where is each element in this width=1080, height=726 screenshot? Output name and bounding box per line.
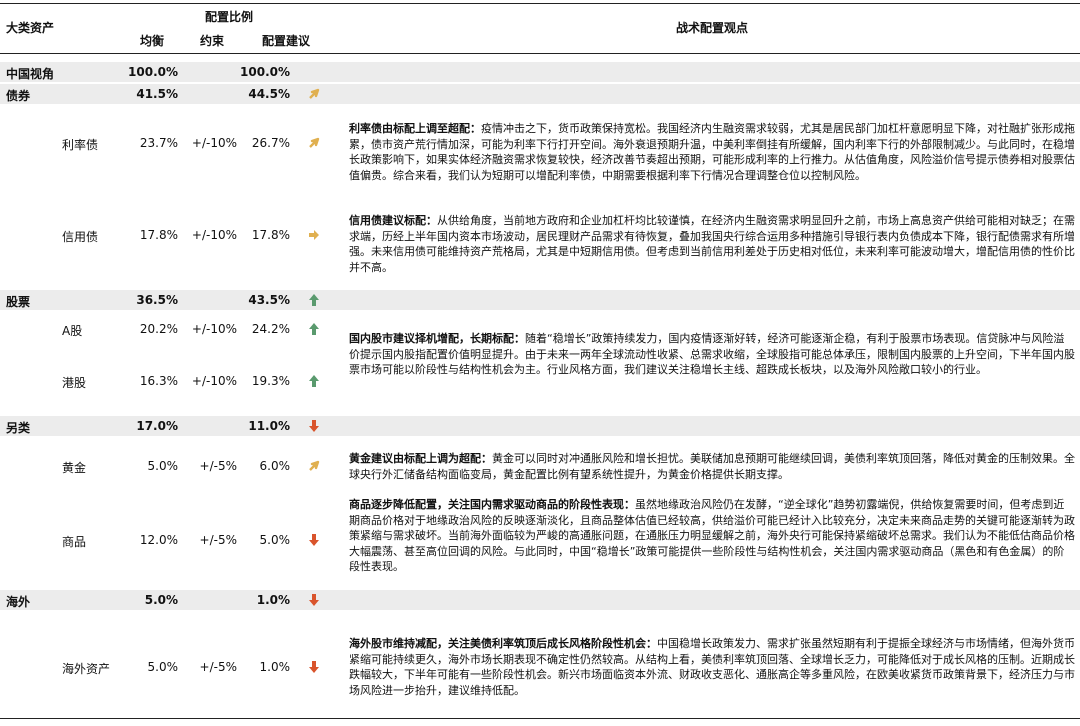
header-rule [0, 53, 1080, 54]
view-overseas-title: 海外股市维持减配，关注美债利率筑顶后成长风格阶段性机会： [349, 637, 657, 650]
alt-suggestion: 11.0% [248, 419, 290, 433]
up-right-arrow-icon [309, 88, 320, 99]
row-label-a-share: A股 [62, 324, 83, 338]
overseas-suggestion: 1.0% [256, 593, 290, 607]
overseas-asset-balanced: 5.0% [147, 660, 179, 674]
commodity-constraint: +/-5% [199, 533, 237, 547]
credit-bond-suggestion: 17.8% [251, 228, 290, 242]
bond-suggestion: 44.5% [248, 87, 290, 101]
bottom-rule [0, 718, 1080, 719]
gold-suggestion: 6.0% [259, 459, 291, 473]
credit-bond-balanced: 17.8% [139, 228, 178, 242]
a-share-balanced: 20.2% [139, 322, 178, 336]
equity-balanced: 36.5% [136, 293, 178, 307]
rate-bond-constraint: +/-10% [191, 136, 237, 150]
view-commodity-title: 商品逐步降低配置，关注国内需求驱动商品的阶段性表现： [349, 498, 635, 511]
bond-balanced: 41.5% [136, 87, 178, 101]
row-label-hk-share: 港股 [62, 376, 87, 390]
view-credit-bond: 信用债建议标配：从供给角度，当前地方政府和企业加杠杆均比较谨慎，在经济内生融资需… [349, 213, 1075, 275]
col-header-suggestion: 配置建议 [262, 34, 311, 48]
view-rate-bond: 利率债由标配上调至超配：疫情冲击之下，货币政策保持宽松。我国经济内生融资需求较弱… [349, 121, 1075, 183]
view-gold-title: 黄金建议由标配上调为超配： [349, 452, 492, 465]
col-header-constraint: 约束 [200, 34, 225, 48]
overseas-asset-suggestion: 1.0% [259, 660, 291, 674]
hk-share-balanced: 16.3% [139, 374, 178, 388]
view-equity: 国内股市建议择机增配，长期标配：随着“稳增长”政策持续发力，国内疫情逐渐好转，经… [349, 331, 1075, 378]
rate-bond-balanced: 23.7% [139, 136, 178, 150]
up-arrow-icon [309, 323, 319, 335]
hk-share-suggestion: 19.3% [251, 374, 290, 388]
row-label-china: 中国视角 [6, 67, 55, 81]
commodity-suggestion: 5.0% [259, 533, 291, 547]
gold-constraint: +/-5% [199, 459, 237, 473]
a-share-suggestion: 24.2% [251, 322, 290, 336]
a-share-constraint: +/-10% [191, 322, 237, 336]
col-header-balanced: 均衡 [140, 34, 165, 48]
up-right-arrow-icon [309, 137, 320, 148]
row-label-bond: 债券 [6, 89, 31, 103]
view-credit-bond-body: 从供给角度，当前地方政府和企业加杠杆均比较谨慎，在经济内生融资需求明显回升之前，… [349, 214, 1075, 274]
down-arrow-icon [309, 661, 319, 673]
right-arrow-icon [309, 230, 319, 240]
overseas-asset-constraint: +/-5% [199, 660, 237, 674]
top-rule [0, 3, 1080, 4]
down-arrow-icon [309, 420, 319, 432]
view-credit-bond-title: 信用债建议标配： [349, 214, 437, 227]
alt-balanced: 17.0% [136, 419, 178, 433]
down-arrow-icon [309, 594, 319, 606]
row-label-rate-bond: 利率债 [62, 138, 99, 152]
china-suggestion: 100.0% [240, 65, 290, 79]
rate-bond-suggestion: 26.7% [251, 136, 290, 150]
equity-suggestion: 43.5% [248, 293, 290, 307]
row-label-alt: 另类 [6, 421, 31, 435]
col-header-view: 战术配置观点 [676, 21, 749, 35]
up-arrow-icon [309, 294, 319, 306]
row-label-commodity: 商品 [62, 535, 87, 549]
up-arrow-icon [309, 375, 319, 387]
china-balanced: 100.0% [128, 65, 178, 79]
view-rate-bond-title: 利率债由标配上调至超配： [349, 122, 481, 135]
row-label-gold: 黄金 [62, 461, 87, 475]
view-gold: 黄金建议由标配上调为超配：黄金可以同时对冲通胀风险和增长担忧。美联储加息预期可能… [349, 451, 1075, 482]
gold-balanced: 5.0% [147, 459, 179, 473]
credit-bond-constraint: +/-10% [191, 228, 237, 242]
row-label-equity: 股票 [6, 295, 31, 309]
view-overseas: 海外股市维持减配，关注美债利率筑顶后成长风格阶段性机会：中国稳增长政策发力、需求… [349, 636, 1075, 698]
row-label-overseas-asset: 海外资产 [62, 662, 111, 676]
up-right-arrow-icon [309, 460, 320, 471]
overseas-balanced: 5.0% [144, 593, 178, 607]
col-header-asset-class: 大类资产 [6, 21, 55, 35]
commodity-balanced: 12.0% [139, 533, 178, 547]
view-commodity: 商品逐步降低配置，关注国内需求驱动商品的阶段性表现：虽然地缘政治风险仍在发酵，“… [349, 497, 1075, 575]
row-label-overseas: 海外 [6, 595, 31, 609]
view-equity-title: 国内股市建议择机增配，长期标配： [349, 332, 525, 345]
row-label-credit-bond: 信用债 [62, 230, 99, 244]
col-header-allocation: 配置比例 [205, 10, 254, 24]
hk-share-constraint: +/-10% [191, 374, 237, 388]
down-arrow-icon [309, 534, 319, 546]
